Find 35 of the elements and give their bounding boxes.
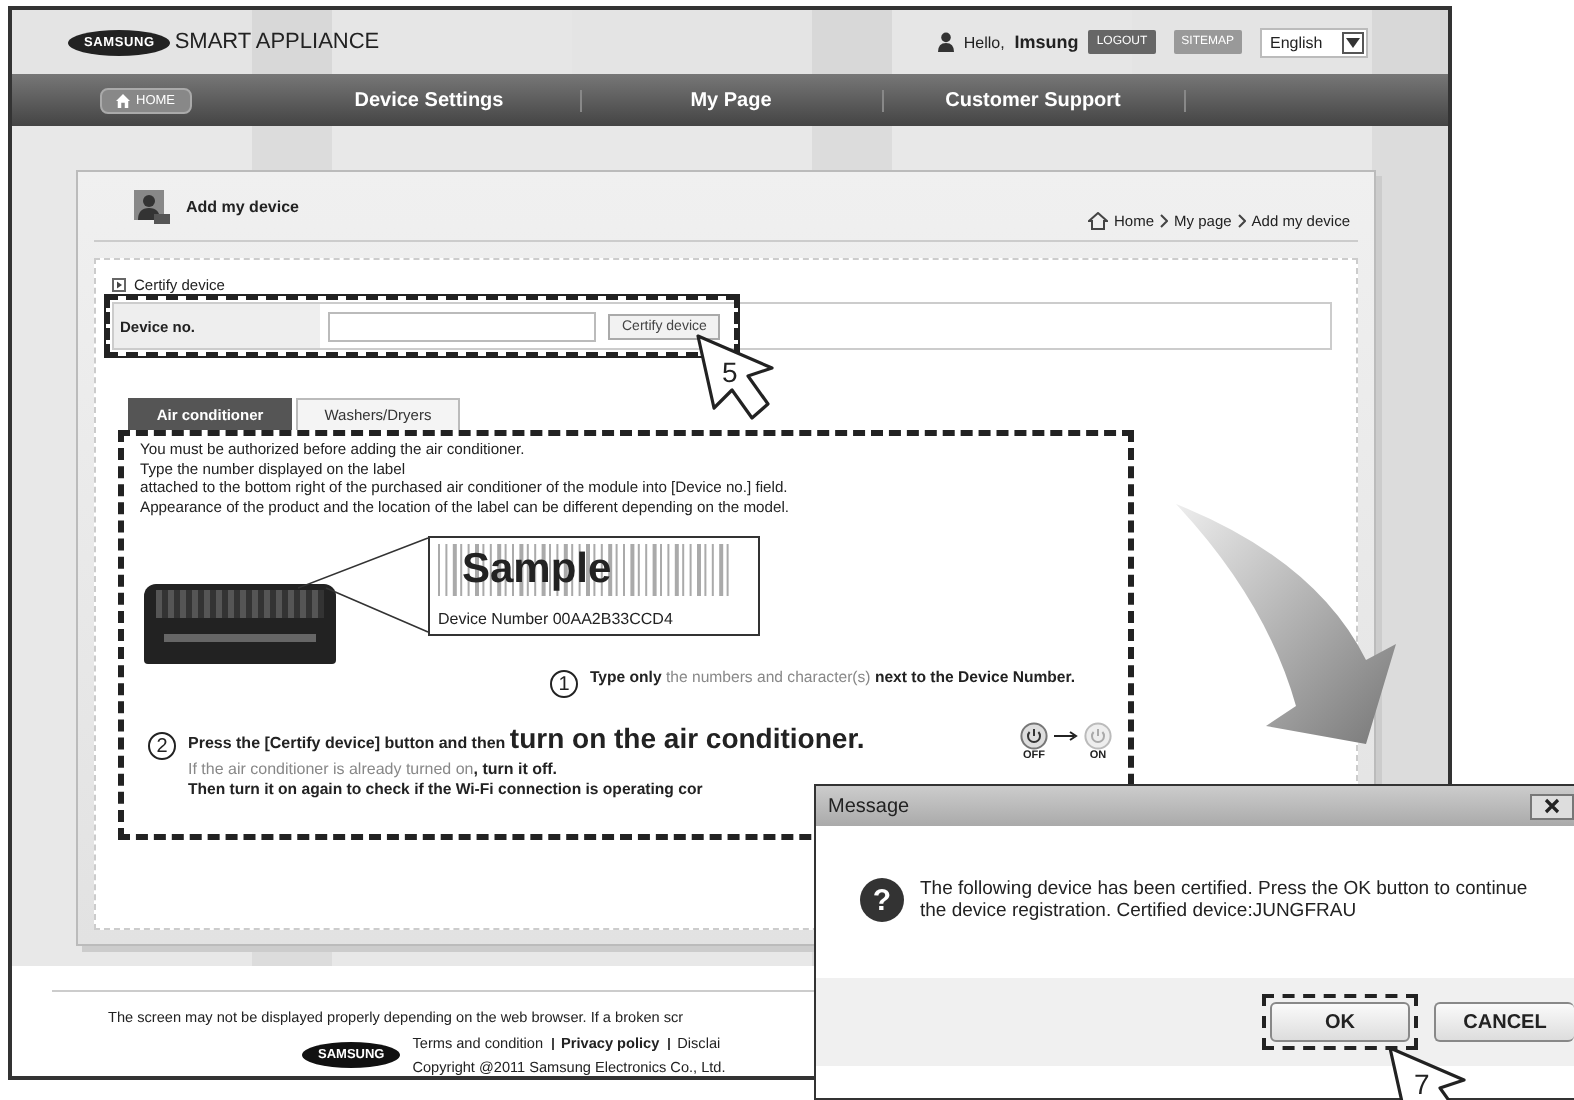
- page-title: Add my device: [186, 197, 299, 215]
- dialog-message: The following device has been certified. Press the OK button to continue the device registration. Certified device:JUNGFRAU: [920, 878, 1530, 922]
- step-text: If the air conditioner is already turned on, turn it off.: [188, 760, 560, 780]
- arrow-icon: [1054, 730, 1078, 742]
- sample-title: Sample: [462, 546, 612, 592]
- step-number: 1: [550, 670, 578, 698]
- house-icon: [116, 93, 130, 107]
- nav-menu-item[interactable]: Device Settings: [279, 89, 581, 111]
- user-icon: [937, 32, 954, 52]
- cursor-callout: 7: [1384, 1044, 1468, 1100]
- chevron-icon: [1160, 213, 1169, 227]
- chevron-icon: [1237, 213, 1246, 227]
- cursor-callout: 5: [692, 332, 776, 424]
- device-number-text: Device Number 00AA2B33CCD4: [438, 610, 675, 628]
- close-button[interactable]: [1530, 793, 1574, 819]
- power-icon: [1020, 722, 1048, 750]
- nav-menu-item[interactable]: Customer Support: [883, 89, 1185, 111]
- greeting-text: Hello,: [963, 33, 1005, 51]
- language-select[interactable]: English: [1260, 27, 1368, 57]
- step-number: 2: [148, 732, 176, 760]
- question-icon: ?: [860, 878, 904, 922]
- cancel-button[interactable]: CANCEL: [1434, 1002, 1574, 1042]
- power-icon: [1084, 722, 1112, 750]
- person-icon: [134, 189, 170, 223]
- product-name: SMART APPLIANCE: [174, 30, 380, 54]
- device-number-field[interactable]: [328, 311, 596, 341]
- dropdown-caret-icon: [1346, 37, 1360, 47]
- home-icon: [1088, 211, 1108, 229]
- expand-icon: [112, 278, 126, 292]
- ok-button[interactable]: OK: [1270, 1002, 1410, 1043]
- dialog-title: Message: [828, 795, 910, 817]
- step-text: Press the [Certify device] button and then turn on the air conditioner.: [188, 722, 865, 758]
- user-name: Imsung: [1014, 32, 1079, 52]
- close-icon: [1544, 798, 1560, 814]
- nav-menu-item[interactable]: My Page: [581, 89, 883, 111]
